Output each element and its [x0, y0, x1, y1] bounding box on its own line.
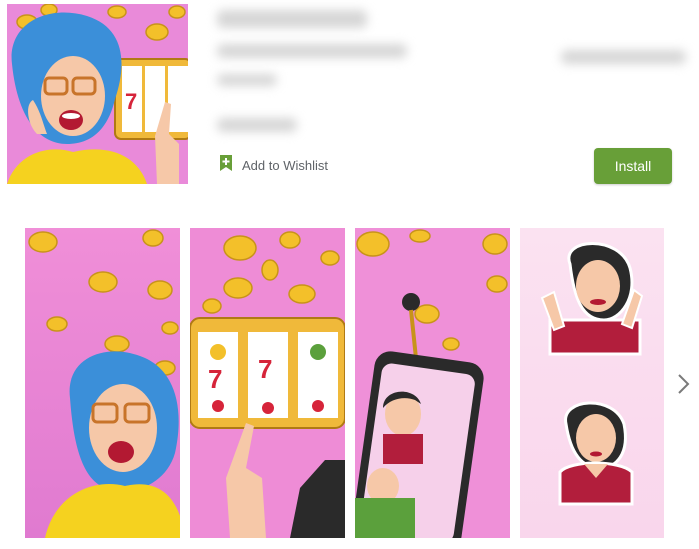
screenshot-4[interactable] [520, 228, 664, 538]
wishlist-label: Add to Wishlist [242, 157, 328, 173]
screenshot-3[interactable] [355, 228, 510, 538]
screenshot-1[interactable] [25, 228, 180, 538]
app-icon: 7 [7, 4, 188, 184]
add-to-wishlist-button[interactable]: Add to Wishlist [218, 154, 328, 176]
svg-text:7: 7 [258, 354, 272, 384]
svg-text:7: 7 [125, 89, 137, 114]
bookmark-plus-icon [218, 154, 234, 177]
install-button[interactable]: Install [594, 148, 672, 184]
chevron-right-icon[interactable] [674, 372, 694, 396]
screenshot-2[interactable]: 7 7 [190, 228, 345, 538]
app-info-blurred [211, 0, 699, 145]
svg-text:7: 7 [208, 364, 222, 394]
